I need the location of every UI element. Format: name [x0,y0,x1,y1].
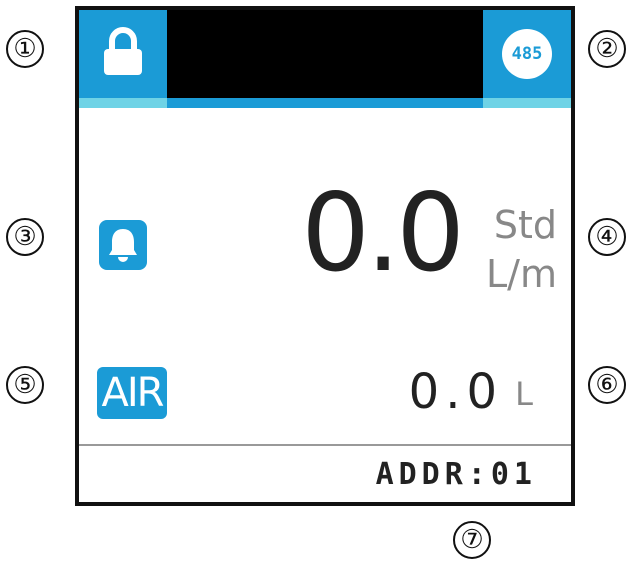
divider [79,444,571,446]
stripe-left [79,98,167,108]
flow-unit-lpm: L/m [486,252,557,296]
device-screen: 485 0.0 Std L/m AIR 0.0 L ADDR:01 [75,6,575,506]
lock-button[interactable] [79,10,167,98]
callout-7: ⑦ [453,521,491,559]
callout-2: ② [588,30,626,68]
rs485-badge: 485 [502,29,552,79]
lock-icon [102,26,144,82]
bell-icon[interactable] [99,220,147,270]
flow-unit-std: Std [493,203,557,247]
address-label: ADDR:01 [375,457,537,492]
flow-rate-value: 0.0 [301,171,465,296]
total-volume-value: 0.0 [408,364,503,420]
callout-4: ④ [588,218,626,256]
rs485-indicator: 485 [483,10,571,98]
callout-5: ⑤ [6,366,44,404]
stripe-right [483,98,571,108]
callout-1: ① [6,30,44,68]
callout-6: ⑥ [588,366,626,404]
gas-type-button[interactable]: AIR [97,367,167,419]
callout-3: ③ [6,218,44,256]
total-volume-unit: L [515,375,533,413]
